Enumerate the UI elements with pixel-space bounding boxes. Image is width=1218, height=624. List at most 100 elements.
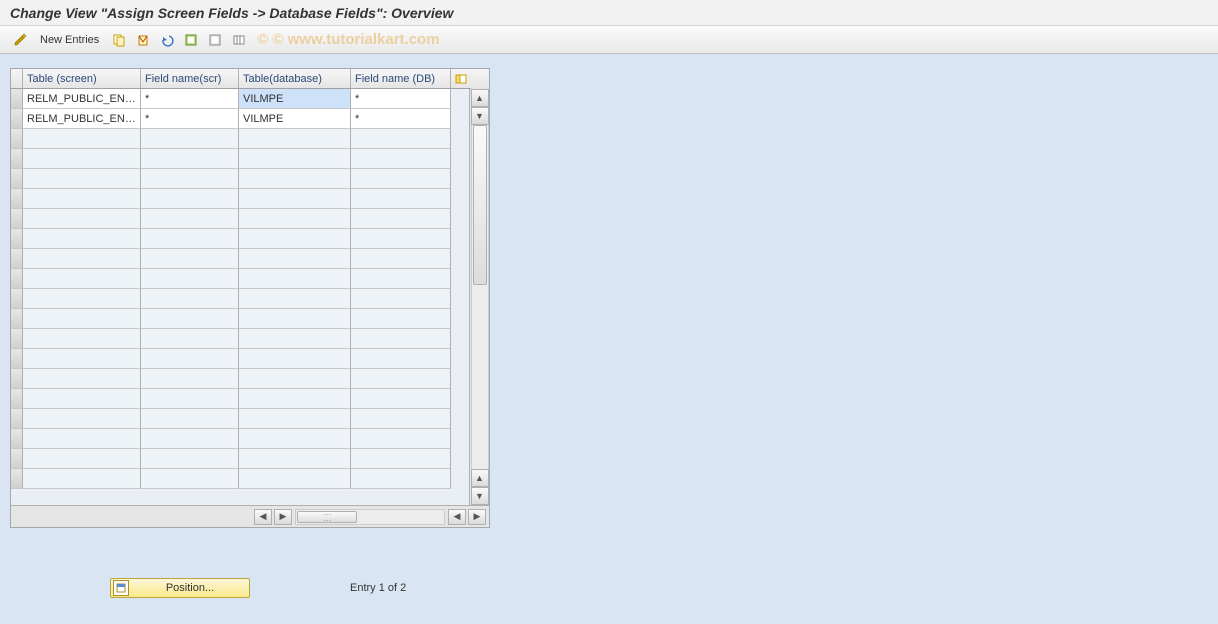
cell-field-scr[interactable]: * xyxy=(141,109,239,129)
cell-empty[interactable] xyxy=(351,229,451,249)
row-handle[interactable] xyxy=(11,329,23,349)
row-handle[interactable] xyxy=(11,289,23,309)
table-row-empty[interactable] xyxy=(11,309,469,329)
table-row-empty[interactable] xyxy=(11,229,469,249)
table-row-empty[interactable] xyxy=(11,169,469,189)
cell-empty[interactable] xyxy=(239,329,351,349)
row-handle[interactable] xyxy=(11,209,23,229)
cell-empty[interactable] xyxy=(23,229,141,249)
cell-empty[interactable] xyxy=(351,349,451,369)
cell-empty[interactable] xyxy=(23,469,141,489)
cell-empty[interactable] xyxy=(141,209,239,229)
scroll-page-up-button[interactable]: ▲ xyxy=(471,469,489,487)
cell-table-db[interactable]: VILMPE xyxy=(239,109,351,129)
cell-empty[interactable] xyxy=(23,189,141,209)
table-row[interactable]: RELM_PUBLIC_EN…*VILMPE* xyxy=(11,89,469,109)
cell-empty[interactable] xyxy=(239,289,351,309)
new-entries-button[interactable]: New Entries xyxy=(34,30,105,50)
hscroll-track[interactable] xyxy=(295,509,445,525)
cell-empty[interactable] xyxy=(351,369,451,389)
cell-empty[interactable] xyxy=(141,149,239,169)
cell-empty[interactable] xyxy=(141,369,239,389)
cell-empty[interactable] xyxy=(239,349,351,369)
cell-empty[interactable] xyxy=(141,389,239,409)
cell-field-db[interactable]: * xyxy=(351,109,451,129)
cell-empty[interactable] xyxy=(23,429,141,449)
row-handle[interactable] xyxy=(11,469,23,489)
table-row-empty[interactable] xyxy=(11,469,469,489)
cell-table-screen[interactable]: RELM_PUBLIC_EN… xyxy=(23,109,141,129)
cell-empty[interactable] xyxy=(351,269,451,289)
cell-field-db[interactable]: * xyxy=(351,89,451,109)
row-handle[interactable] xyxy=(11,89,23,109)
hscroll-left[interactable]: ◀ xyxy=(448,509,466,525)
cell-empty[interactable] xyxy=(239,429,351,449)
table-row-empty[interactable] xyxy=(11,389,469,409)
cell-empty[interactable] xyxy=(141,229,239,249)
hscroll-right[interactable]: ▶ xyxy=(468,509,486,525)
table-row-empty[interactable] xyxy=(11,409,469,429)
cell-empty[interactable] xyxy=(239,309,351,329)
cell-empty[interactable] xyxy=(351,409,451,429)
copy-button[interactable] xyxy=(109,30,129,50)
table-row-empty[interactable] xyxy=(11,269,469,289)
cell-empty[interactable] xyxy=(351,449,451,469)
scroll-thumb[interactable] xyxy=(473,125,487,285)
cell-empty[interactable] xyxy=(239,409,351,429)
cell-empty[interactable] xyxy=(23,209,141,229)
hscroll-col-left[interactable]: ◀ xyxy=(254,509,272,525)
scroll-track[interactable] xyxy=(471,125,489,469)
row-handle[interactable] xyxy=(11,229,23,249)
cell-field-scr[interactable]: * xyxy=(141,89,239,109)
table-row-empty[interactable] xyxy=(11,429,469,449)
header-row-handle[interactable] xyxy=(11,69,23,89)
cell-empty[interactable] xyxy=(239,229,351,249)
cell-empty[interactable] xyxy=(23,289,141,309)
cell-empty[interactable] xyxy=(23,169,141,189)
cell-empty[interactable] xyxy=(239,189,351,209)
row-handle[interactable] xyxy=(11,189,23,209)
select-all-button[interactable] xyxy=(181,30,201,50)
scroll-line-up-button[interactable]: ▲ xyxy=(471,89,489,107)
cell-empty[interactable] xyxy=(23,329,141,349)
cell-empty[interactable] xyxy=(141,329,239,349)
cell-empty[interactable] xyxy=(239,469,351,489)
cell-empty[interactable] xyxy=(23,249,141,269)
row-handle[interactable] xyxy=(11,409,23,429)
cell-table-db[interactable]: VILMPE xyxy=(239,89,351,109)
cell-empty[interactable] xyxy=(239,149,351,169)
cell-empty[interactable] xyxy=(23,129,141,149)
cell-empty[interactable] xyxy=(351,209,451,229)
delete-button[interactable] xyxy=(133,30,153,50)
column-header-table-db[interactable]: Table(database) xyxy=(239,69,351,89)
table-row-empty[interactable] xyxy=(11,449,469,469)
cell-empty[interactable] xyxy=(351,249,451,269)
table-row-empty[interactable] xyxy=(11,189,469,209)
cell-empty[interactable] xyxy=(239,169,351,189)
cell-empty[interactable] xyxy=(141,469,239,489)
table-row-empty[interactable] xyxy=(11,149,469,169)
table-row-empty[interactable] xyxy=(11,209,469,229)
cell-empty[interactable] xyxy=(141,249,239,269)
column-header-table-screen[interactable]: Table (screen) xyxy=(23,69,141,89)
cell-empty[interactable] xyxy=(239,129,351,149)
cell-empty[interactable] xyxy=(141,429,239,449)
row-handle[interactable] xyxy=(11,249,23,269)
row-handle[interactable] xyxy=(11,269,23,289)
cell-empty[interactable] xyxy=(23,309,141,329)
row-handle[interactable] xyxy=(11,429,23,449)
row-handle[interactable] xyxy=(11,369,23,389)
cell-empty[interactable] xyxy=(141,449,239,469)
cell-empty[interactable] xyxy=(239,269,351,289)
cell-empty[interactable] xyxy=(23,369,141,389)
configure-button[interactable] xyxy=(229,30,249,50)
cell-empty[interactable] xyxy=(141,309,239,329)
row-handle[interactable] xyxy=(11,309,23,329)
table-row[interactable]: RELM_PUBLIC_EN…*VILMPE* xyxy=(11,109,469,129)
table-row-empty[interactable] xyxy=(11,249,469,269)
cell-empty[interactable] xyxy=(141,169,239,189)
cell-empty[interactable] xyxy=(351,329,451,349)
cell-empty[interactable] xyxy=(351,429,451,449)
cell-empty[interactable] xyxy=(141,409,239,429)
table-row-empty[interactable] xyxy=(11,329,469,349)
